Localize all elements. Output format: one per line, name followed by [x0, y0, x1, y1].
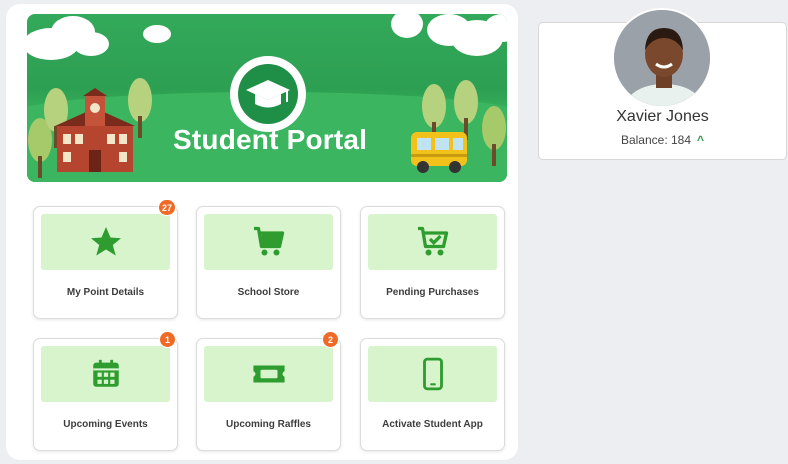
tile-label: Pending Purchases [386, 287, 479, 298]
tile-upcoming-events[interactable]: 1 Upcoming Events [33, 331, 178, 451]
balance-text: Balance: 184 [620, 133, 692, 147]
student-portal-banner: Student Portal [27, 14, 507, 182]
tile-icon-box [41, 346, 170, 402]
tile-label: Activate Student App [382, 419, 483, 430]
cloud-icon [391, 14, 507, 56]
notification-badge: 2 [322, 331, 339, 348]
balance-row: Balance: 184 ^ [538, 133, 787, 147]
cart-check-icon [417, 226, 448, 256]
tile-label: Upcoming Events [63, 419, 148, 430]
student-name: Xavier Jones [616, 108, 709, 125]
tile-upcoming-raffles[interactable]: 2 Upcoming Raffles [196, 331, 341, 451]
tile-icon-box [204, 214, 333, 270]
cart-icon [253, 226, 284, 256]
student-avatar-image [614, 10, 710, 106]
ticket-icon [252, 365, 285, 383]
tile-icon-box [204, 346, 333, 402]
notification-badge: 27 [157, 199, 176, 216]
cloud-icon [143, 25, 171, 43]
tile-activate-student-app[interactable]: Activate Student App [360, 338, 505, 451]
calendar-icon [92, 359, 119, 387]
tree-icon [482, 106, 506, 166]
tile-label: Upcoming Raffles [225, 419, 311, 430]
tile-school-store[interactable]: School Store [196, 206, 341, 319]
tile-icon-box [368, 346, 497, 402]
graduation-cap-badge [230, 56, 306, 132]
graduation-cap-icon [246, 80, 290, 108]
cloud-icon [27, 16, 109, 60]
school-bus-icon [411, 132, 467, 173]
tile-icon-box [41, 214, 170, 270]
tile-label: My Point Details [66, 287, 145, 298]
tile-icon-box [368, 214, 497, 270]
star-icon [90, 227, 121, 256]
phone-icon [422, 357, 443, 391]
school-building-icon [55, 88, 135, 172]
tile-pending-purchases[interactable]: Pending Purchases [360, 206, 505, 319]
tile-my-point-details[interactable]: 27 My Point Details [33, 199, 178, 319]
caret-up-icon[interactable]: ^ [697, 133, 704, 147]
banner-title: Student Portal [173, 124, 368, 155]
avatar[interactable] [612, 8, 712, 108]
notification-badge: 1 [159, 331, 176, 348]
tile-label: School Store [237, 287, 300, 298]
